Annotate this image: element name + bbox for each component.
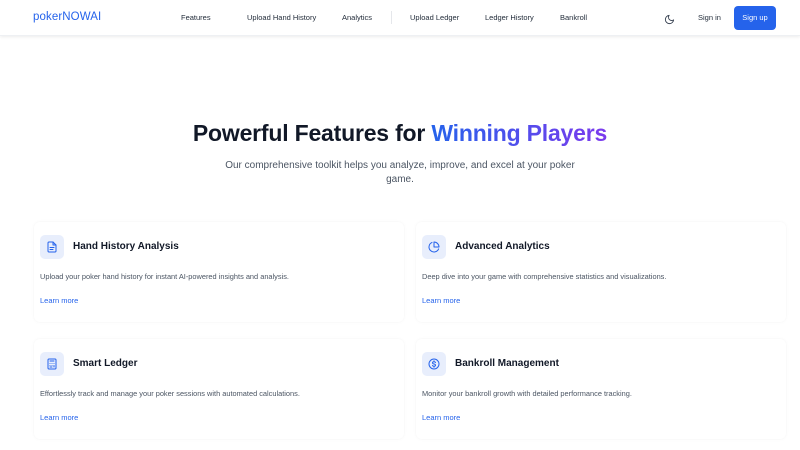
learn-more-link[interactable]: Learn more (422, 296, 460, 305)
nav-link-ledger-history[interactable]: Ledger History (485, 13, 534, 22)
feature-description: Deep dive into your game with comprehens… (422, 272, 667, 281)
nav-link-features[interactable]: Features (181, 13, 211, 22)
calculator-icon (40, 352, 64, 376)
title-prefix: Powerful Features for (192, 120, 426, 146)
dollar-circle-icon (422, 352, 446, 376)
sign-in-link[interactable]: Sign in (698, 13, 721, 22)
learn-more-link[interactable]: Learn more (422, 413, 460, 422)
navbar: pokerNOWAI Features Upload Hand History … (0, 0, 800, 36)
title-highlight: Winning Players (431, 120, 608, 146)
learn-more-link[interactable]: Learn more (40, 413, 78, 422)
page-subtitle: Our comprehensive toolkit helps you anal… (225, 160, 575, 185)
nav-divider (391, 11, 392, 24)
nav-link-analytics[interactable]: Analytics (342, 13, 372, 22)
moon-icon[interactable] (664, 12, 675, 25)
pie-chart-icon (422, 235, 446, 259)
feature-title: Smart Ledger (73, 358, 138, 369)
feature-description: Monitor your bankroll growth with detail… (422, 389, 632, 398)
sign-up-button[interactable]: Sign up (734, 6, 776, 30)
nav-link-bankroll[interactable]: Bankroll (560, 13, 587, 22)
feature-title: Advanced Analytics (455, 241, 550, 252)
learn-more-link[interactable]: Learn more (40, 296, 78, 305)
feature-card-analytics: Advanced Analytics Deep dive into your g… (416, 222, 786, 322)
feature-title: Bankroll Management (455, 358, 559, 369)
page-title: Powerful Features for Winning Players (0, 120, 800, 147)
feature-description: Upload your poker hand history for insta… (40, 272, 289, 281)
feature-title: Hand History Analysis (73, 241, 179, 252)
nav-link-upload-hand-history[interactable]: Upload Hand History (247, 13, 316, 22)
feature-card-bankroll: Bankroll Management Monitor your bankrol… (416, 339, 786, 439)
feature-description: Effortlessly track and manage your poker… (40, 389, 300, 398)
feature-card-hand-history: Hand History Analysis Upload your poker … (34, 222, 404, 322)
logo[interactable]: pokerNOWAI (33, 11, 101, 23)
document-icon (40, 235, 64, 259)
feature-card-ledger: Smart Ledger Effortlessly track and mana… (34, 339, 404, 439)
nav-link-upload-ledger[interactable]: Upload Ledger (410, 13, 459, 22)
